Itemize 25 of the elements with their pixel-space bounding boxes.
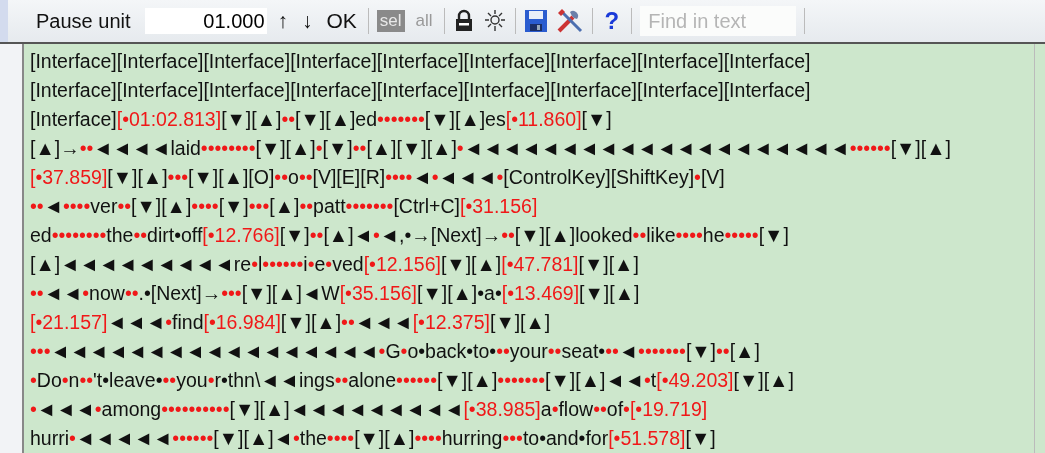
- up-button[interactable]: ↑: [274, 9, 291, 33]
- text-line: [▲]→••◄◄◄◄laid••••••••[▼][▲]•[▼]••[▲][▼][▲]•◄◄◄◄◄◄◄◄◄◄◄◄◄◄◄◄◄◄◄◄••••••[▼][▲]: [30, 136, 951, 161]
- ok-button[interactable]: OK: [323, 9, 360, 33]
- pause-unit-label: Pause unit: [36, 9, 131, 33]
- search-field[interactable]: Find in text: [640, 6, 797, 36]
- text-line: ed••••••••the••dirt•off[•12.766][▼]••[▲]◄•◄,•→[Next]→••[▼][▲]looked••like••••he•••••[▼]: [30, 223, 789, 248]
- text-line: [Interface][Interface][Interface][Interface][Interface][Interface][Interface][Interface][Interface]: [30, 49, 811, 74]
- help-button[interactable]: ?: [600, 7, 624, 35]
- text-line: •••◄◄◄◄◄◄◄◄◄◄◄◄◄◄◄◄◄•G•o•back•to•••your••seat•••◄•••••••[▼]••[▲]: [30, 339, 760, 364]
- text-line: ••◄••••ver••[▼][▲]••••[▼]•••[▲]••patt•••••••[Ctrl+C][•31.156]: [30, 194, 538, 219]
- text-line: hurri•◄◄◄◄◄••••••[▼][▲]◄•the••••[▼][▲]••••hurring•••to•and•for[•51.578][▼]: [30, 426, 716, 451]
- save-icon[interactable]: [523, 9, 548, 33]
- text-line: [Interface][•01:02.813][▼][▲]••[▼][▲]ed•••••••[▼][▲]es[•11.860][▼]: [30, 107, 612, 132]
- text-line: [▲]◄◄◄◄◄◄◄◄◄re•l••••••i•e•ved[•12.156][▼][▲][•47.781][▼][▲]: [30, 252, 639, 277]
- text-line: [Interface][Interface][Interface][Interface][Interface][Interface][Interface][Interface][Interface]: [30, 78, 811, 103]
- text-line: •Do•n••'t•leave•••you•r•thn\◄◄ings••alone••••••[▼][▲]•••••••[▼][▲]◄◄•t[•49.203][▼][▲]: [30, 368, 794, 393]
- text-line: •◄◄◄•among••••••••••[▼][▲]◄◄◄◄◄◄◄◄◄[•38.985]a•flow••of•[•19.719]: [30, 397, 708, 422]
- scrollbar[interactable]: [1034, 44, 1045, 453]
- sun-icon[interactable]: [482, 9, 507, 33]
- text-line: ••◄◄•now••.•[Next]→•••[▼][▲]◄W[•35.156][▼][▲]•a•[•13.469][▼][▲]: [30, 281, 640, 306]
- tools-icon[interactable]: [555, 8, 584, 34]
- down-button[interactable]: ↓: [299, 9, 316, 33]
- text-line: [•21.157]◄◄◄•find[•16.984][▼][▲]••◄◄◄[•12.375][▼][▲]: [30, 310, 551, 335]
- text-line: [•37.859][▼][▲]•••[▼][▲][O]••o••[V][E][R]••••◄•◄◄◄•[ControlKey][ShiftKey]•[V]: [30, 165, 725, 190]
- pause-unit-field[interactable]: 01.000: [144, 8, 267, 34]
